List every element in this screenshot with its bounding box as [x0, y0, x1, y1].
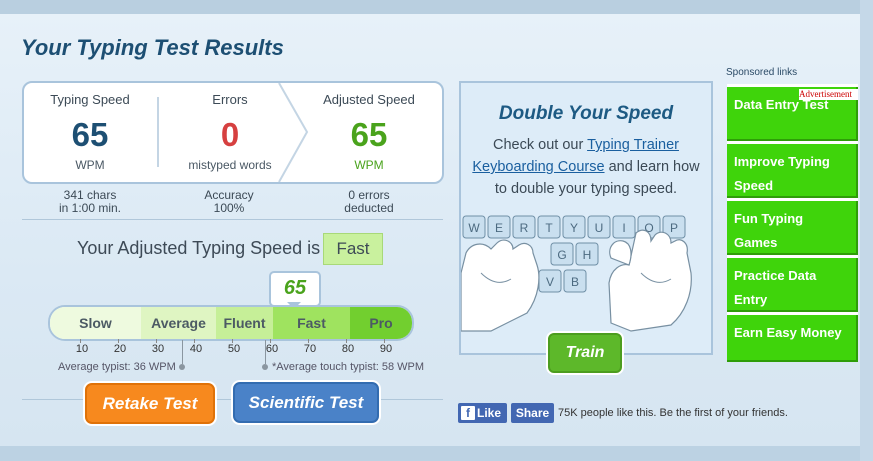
facebook-like-button[interactable]: f Like [458, 403, 507, 423]
tick-label: 10 [75, 343, 89, 355]
adjusted-speed-text: Your Adjusted Typing Speed is [77, 238, 321, 258]
keyboard-key-label: R [520, 221, 529, 235]
scale-segment-fluent: Fluent [216, 307, 273, 339]
promo-title: Double Your Speed [498, 103, 674, 124]
stats-card: Typing Speed 65 WPM Errors 0 mistyped wo… [22, 81, 444, 184]
touch-typist-marker [265, 340, 266, 364]
ad-link-earn-easy-money[interactable]: Earn Easy Money [727, 315, 858, 362]
errors-label: Errors [212, 92, 248, 107]
tick-label: 80 [341, 343, 355, 355]
advertisement-tag: Advertisement [799, 89, 858, 100]
test-duration: in 1:00 min. [58, 201, 122, 215]
touch-typist-dot [262, 364, 268, 370]
keyboard-key-label: I [622, 221, 625, 235]
adjusted-speed-unit: WPM [354, 158, 384, 172]
facebook-icon: f [461, 406, 475, 420]
promo-box: Double Your Speed Check out our Typing T… [459, 81, 713, 355]
tick-label: 50 [227, 343, 241, 355]
tick-label: 30 [151, 343, 165, 355]
tick-label: 70 [303, 343, 317, 355]
average-typist-dot [179, 364, 185, 370]
typing-speed-value: 65 [71, 116, 109, 153]
promo-text: Check out our Typing Trainer Keyboarding… [471, 134, 701, 200]
sponsored-links-label: Sponsored links [726, 67, 798, 78]
touch-typist-text: *Average touch typist: 58 WPM [272, 361, 425, 373]
errors-unit: mistyped words [188, 158, 272, 172]
keyboard-key-label: U [595, 221, 604, 235]
bottom-bar [0, 446, 860, 461]
ad-link-practice-data-entry[interactable]: Practice Data Entry [727, 258, 858, 312]
scale-segment-slow: Slow [50, 307, 141, 339]
keyboard-key-label: W [468, 221, 480, 235]
scale-segment-pro: Pro [350, 307, 412, 339]
tick-label: 90 [379, 343, 393, 355]
keyboard-key-label: P [670, 221, 678, 235]
keyboard-key-label: G [557, 248, 566, 262]
facebook-like-label: Like [477, 406, 502, 420]
tick-label: 20 [113, 343, 127, 355]
tick-label: 40 [189, 343, 203, 355]
scientific-test-button[interactable]: Scientific Test [233, 382, 379, 423]
keyboard-key-label: H [583, 248, 592, 262]
keyboard-key-label: B [571, 275, 579, 289]
facebook-social-text: 75K people like this. Be the first of yo… [558, 407, 788, 419]
right-gutter [860, 0, 873, 461]
retake-test-button[interactable]: Retake Test [85, 383, 215, 424]
train-button[interactable]: Train [548, 333, 622, 373]
speed-rating-badge: Fast [323, 233, 383, 265]
keyboard-key-label: T [545, 221, 553, 235]
speed-scale: Slow Average Fluent Fast Pro [48, 305, 414, 341]
typing-speed-label: Typing Speed [50, 92, 130, 107]
page-title: Your Typing Test Results [21, 35, 284, 60]
errors-value: 0 [220, 116, 240, 153]
top-bar [0, 0, 873, 14]
scale-segment-fast: Fast [273, 307, 350, 339]
keyboard-key-label: V [546, 275, 554, 289]
keyboard-hands-illustration: W E R T Y U I O PG HV B [461, 215, 692, 332]
average-typist-text: Average typist: 36 WPM [58, 361, 176, 373]
errors-deducted-sub: deducted [344, 201, 394, 215]
keyboard-key-label: E [495, 221, 503, 235]
facebook-share-button[interactable]: Share [511, 403, 554, 423]
keyboard-key-label: Y [570, 221, 578, 235]
adjusted-speed-label: Adjusted Speed [323, 92, 415, 107]
typing-speed-unit: WPM [75, 158, 105, 172]
divider [22, 219, 443, 220]
scale-segment-average: Average [141, 307, 216, 339]
accuracy-value: 100% [213, 201, 245, 215]
ad-link-improve-typing-speed[interactable]: Improve Typing Speed [727, 144, 858, 198]
average-typist-marker [182, 340, 183, 364]
promo-text-before: Check out our [493, 137, 584, 153]
ad-link-fun-typing-games[interactable]: Fun Typing Games [727, 201, 858, 255]
adjusted-speed-value: 65 [350, 116, 388, 153]
